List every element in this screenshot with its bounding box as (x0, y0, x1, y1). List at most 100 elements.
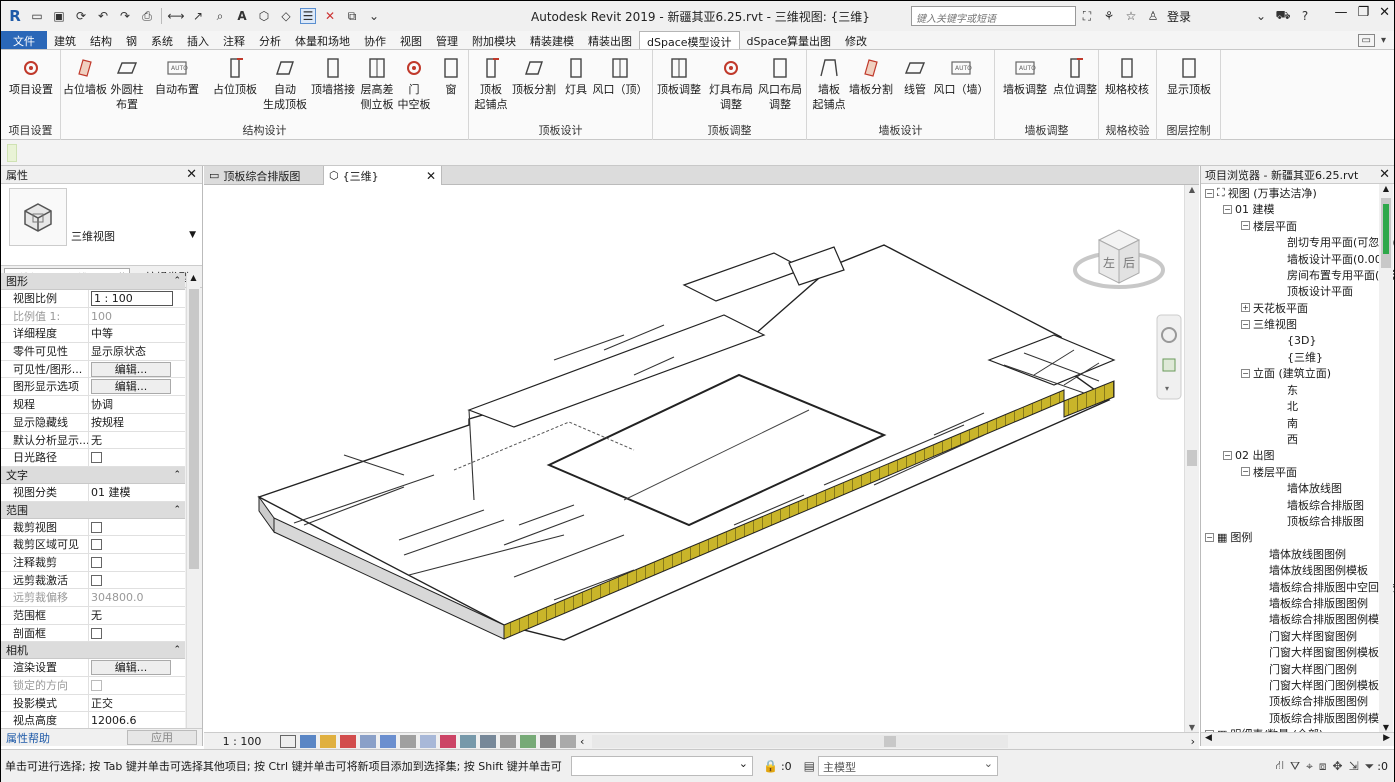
ribbon-tab[interactable]: 结构 (83, 31, 119, 49)
tree-node[interactable]: 顶板综合排版图图例 (1269, 693, 1368, 709)
expand-toggle-icon[interactable]: − (1205, 188, 1214, 198)
expand-toggle-icon[interactable]: + (1241, 303, 1250, 313)
property-value-cell[interactable] (89, 572, 185, 589)
select-pinned-icon[interactable]: ⌖ (1306, 759, 1313, 774)
editable-only-icon[interactable]: 🔒 (763, 759, 778, 773)
drag-elements-icon[interactable]: ✥ (1333, 759, 1343, 773)
property-value-cell[interactable]: 按规程 (89, 414, 185, 431)
browser-scrollbar[interactable]: ▲ ▼ (1379, 184, 1393, 732)
tree-node[interactable]: 门窗大样图窗图例模板 (1269, 644, 1379, 660)
tree-node[interactable]: 顶板综合排版图图例模板 (1269, 710, 1390, 726)
model-selector[interactable]: 主模型 (818, 756, 999, 776)
close-icon[interactable]: ✕ (186, 167, 197, 182)
tree-node[interactable]: 南 (1287, 415, 1298, 431)
press-drag-icon[interactable]: ⇲ (1349, 759, 1359, 773)
customize-icon[interactable]: ⌄ (366, 8, 382, 24)
ribbon-tab[interactable]: 修改 (838, 31, 874, 49)
collapse-icon[interactable]: ⌃ (173, 470, 181, 480)
ribbon-tab[interactable]: 附加模块 (465, 31, 523, 49)
text-icon[interactable]: A (234, 8, 250, 24)
tree-node[interactable]: 西 (1287, 431, 1298, 447)
apply-button[interactable]: 应用 (127, 730, 197, 745)
open-icon[interactable]: ▭ (29, 8, 45, 24)
ribbon-button[interactable]: AUTO 自动布置 (149, 54, 205, 97)
save-icon[interactable]: ▣ (51, 8, 67, 24)
ribbon-group-title[interactable]: 顶板调整 (653, 122, 806, 138)
scroll-left-icon[interactable]: ◀ (1205, 733, 1212, 746)
ribbon-tab[interactable]: 钢 (119, 31, 144, 49)
ribbon-toggle-icon[interactable]: ▭ (1357, 33, 1375, 47)
close-tab-icon[interactable]: ✕ (426, 169, 436, 183)
3d-view-icon[interactable]: ⬡ (256, 8, 272, 24)
property-value-cell[interactable]: 12006.6 (89, 712, 185, 729)
ribbon-tab[interactable]: 文件 (1, 31, 47, 49)
ribbon-button[interactable]: 显示顶板 (1161, 54, 1217, 97)
expand-toggle-icon[interactable]: − (1241, 221, 1250, 231)
property-value-cell[interactable]: 无 (89, 607, 185, 624)
tree-node[interactable]: −02 出图 (1223, 447, 1275, 463)
property-value-cell[interactable]: 100 (89, 308, 185, 325)
tree-node[interactable]: 门窗大样图门图例模板 (1269, 677, 1379, 693)
3d-model-view[interactable]: 左 后 ▾ (204, 185, 1184, 732)
scroll-up-icon[interactable]: ▲ (1185, 185, 1199, 194)
tree-node[interactable]: {3D} (1287, 333, 1316, 349)
ribbon-button[interactable]: 风口（顶） (592, 54, 648, 97)
select-links-icon[interactable]: ⛙ (1276, 758, 1284, 774)
temp-view-props-icon[interactable] (480, 734, 496, 748)
lock-3d-icon[interactable] (420, 734, 436, 748)
property-value[interactable]: 协调 (91, 398, 113, 411)
expand-toggle-icon[interactable]: − (1223, 450, 1232, 460)
ribbon-tab[interactable]: 视图 (393, 31, 429, 49)
close-hidden-icon[interactable]: ✕ (322, 8, 338, 24)
property-value-cell[interactable] (89, 449, 185, 466)
property-value-cell[interactable]: 中等 (89, 325, 185, 342)
ribbon-button[interactable]: 点位调整 (1047, 54, 1103, 97)
tree-node[interactable]: 顶板设计平面 (1287, 283, 1353, 299)
property-value-cell[interactable]: 协调 (89, 396, 185, 413)
tree-node[interactable]: 墙板综合排版图图例 (1269, 595, 1368, 611)
tree-node[interactable]: 墙体放线图图例 (1269, 546, 1346, 562)
property-value-cell[interactable]: 正交 (89, 695, 185, 712)
scroll-up-icon[interactable]: ▲ (187, 273, 200, 282)
tree-node[interactable]: −01 建模 (1223, 201, 1275, 217)
ribbon-group-title[interactable]: 项目设置 (1, 122, 60, 138)
user-icon[interactable]: ♙ (1145, 8, 1161, 24)
switch-windows-icon[interactable]: ⧉ (344, 8, 360, 24)
scroll-down-icon[interactable]: ▼ (1185, 723, 1199, 732)
browser-horizontal-scrollbar[interactable]: ◀ ▶ (1201, 732, 1394, 746)
ribbon-group-title[interactable]: 墙板设计 (807, 122, 994, 138)
type-dropdown-icon[interactable]: ▼ (189, 230, 196, 240)
view-horizontal-scrollbar[interactable] (592, 734, 1009, 748)
ribbon-tab[interactable]: dSpace模型设计 (639, 31, 740, 49)
property-input[interactable]: 1 : 100 (91, 291, 173, 306)
tree-node[interactable]: − 立面 (建筑立面) (1241, 365, 1331, 381)
property-section-header[interactable]: 文字 ⌃ (1, 466, 185, 484)
ribbon-button[interactable]: 风口布局 调整 (752, 54, 808, 112)
print-icon[interactable]: ⎙ (139, 8, 155, 24)
property-value[interactable]: 中等 (91, 327, 113, 340)
property-value[interactable]: 100 (91, 310, 112, 323)
scroll-up-icon[interactable]: ▲ (1379, 184, 1393, 193)
expand-toggle-icon[interactable]: − (1205, 532, 1214, 542)
property-checkbox[interactable] (91, 539, 102, 551)
restore-icon[interactable]: ❐ (1357, 5, 1369, 20)
filter-icon[interactable]: ⏷ (1365, 759, 1375, 774)
visual-style-icon[interactable] (300, 734, 316, 748)
tree-node[interactable]: 墙板综合排版图图例模板 (1269, 611, 1390, 627)
expand-toggle-icon[interactable]: − (1241, 368, 1250, 378)
scroll-thumb[interactable] (884, 735, 897, 747)
tree-node[interactable]: − 楼层平面 (1241, 464, 1297, 480)
tag-icon[interactable]: ⌕ (212, 8, 228, 24)
scroll-left-icon[interactable]: ‹ (580, 735, 584, 748)
property-checkbox[interactable] (91, 627, 102, 639)
temp-hide-icon[interactable] (440, 734, 456, 748)
tree-node[interactable]: 顶板综合排版图 (1287, 513, 1364, 529)
property-value[interactable]: 12006.6 (91, 714, 137, 727)
close-icon[interactable]: ✕ (1379, 167, 1390, 182)
tree-node[interactable]: − ⛶ 视图 (万事达洁净) (1205, 185, 1317, 201)
type-selector[interactable]: 三维视图 ▼ (1, 184, 202, 266)
scroll-thumb[interactable] (189, 289, 199, 569)
expand-toggle-icon[interactable]: − (1241, 319, 1250, 329)
ribbon-button[interactable]: 顶板调整 (651, 54, 707, 97)
property-section-header[interactable]: 范围 ⌃ (1, 501, 185, 519)
